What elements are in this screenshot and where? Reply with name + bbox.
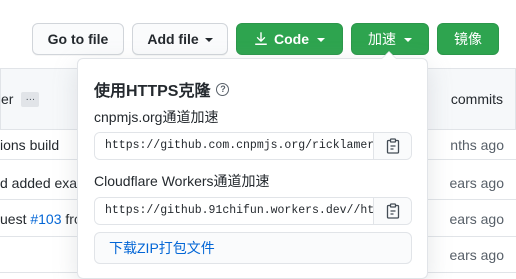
file-row-age: nths ago xyxy=(450,136,504,153)
mirror1-clone-field: https://github.com.cnpmjs.org/ricklamers xyxy=(94,132,412,160)
pull-request-link[interactable]: #103 xyxy=(30,211,61,227)
file-row-age: ears ago xyxy=(449,174,504,191)
download-icon xyxy=(254,32,268,46)
mirror2-url-input[interactable]: https://github.91chifun.workers.dev//htt… xyxy=(95,198,373,224)
help-icon[interactable]: ? xyxy=(216,82,230,96)
mirror1-url-input[interactable]: https://github.com.cnpmjs.org/ricklamers xyxy=(95,133,373,159)
code-button[interactable]: Code xyxy=(236,23,343,55)
mirror1-label: cnpmjs.org通道加速 xyxy=(94,109,219,125)
accelerate-dropdown: 使用HTTPS克隆 ? cnpmjs.org通道加速 https://githu… xyxy=(77,51,428,279)
go-to-file-label: Go to file xyxy=(47,31,109,47)
commits-link[interactable]: commits xyxy=(451,91,503,107)
add-file-label: Add file xyxy=(147,31,199,47)
dropdown-title: 使用HTTPS克隆 ? xyxy=(94,77,230,101)
mirror2-clone-field: https://github.91chifun.workers.dev//htt… xyxy=(94,197,412,225)
mirror2-label: Cloudflare Workers通道加速 xyxy=(94,173,270,189)
download-zip-button[interactable]: 下载ZIP打包文件 xyxy=(94,232,412,264)
file-row-age: ears ago xyxy=(449,246,504,263)
file-row-message[interactable]: d added exa xyxy=(0,175,77,191)
mirror1-copy-button[interactable] xyxy=(373,133,411,159)
accelerate-label: 加速 xyxy=(368,31,396,47)
mirror2-copy-button[interactable] xyxy=(373,198,411,224)
file-row-message: uest #103 fro xyxy=(0,210,82,227)
clipboard-icon xyxy=(386,138,400,154)
mirror-label: 镜像 xyxy=(454,31,482,47)
code-label: Code xyxy=(274,31,309,47)
clipboard-icon xyxy=(386,203,400,219)
chevron-down-icon xyxy=(317,37,325,42)
mirror-button[interactable]: 镜像 xyxy=(437,23,499,55)
latest-commit-author: er … xyxy=(1,91,40,108)
file-row-age: ears ago xyxy=(449,210,504,227)
chevron-down-icon xyxy=(204,37,213,42)
go-to-file-button[interactable]: Go to file xyxy=(32,23,124,55)
file-row-message[interactable]: ions build xyxy=(0,137,59,153)
chevron-down-icon xyxy=(404,37,412,42)
add-file-button[interactable]: Add file xyxy=(132,23,228,55)
expand-commit-button[interactable]: … xyxy=(21,92,40,108)
